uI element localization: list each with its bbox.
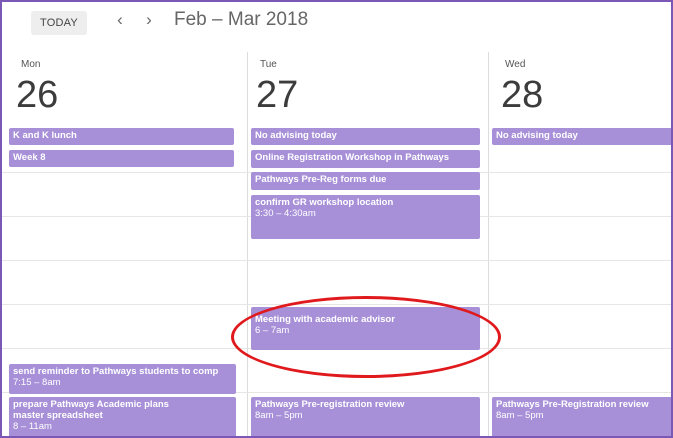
event-title: Pathways Pre-Reg forms due — [255, 174, 387, 185]
column-divider — [488, 52, 489, 436]
day-name-tue: Tue — [260, 59, 277, 70]
day-name-mon: Mon — [21, 59, 41, 70]
chevron-left-icon[interactable]: ‹ — [111, 8, 129, 32]
event-prepare-spreadsheet[interactable]: prepare Pathways Academic plans master s… — [9, 397, 236, 436]
chevron-right-icon[interactable]: › — [140, 8, 158, 32]
day-number-wed[interactable]: 28 — [501, 73, 543, 117]
today-button[interactable]: TODAY — [31, 11, 87, 35]
event-no-advising-wed[interactable]: No advising today — [492, 128, 671, 145]
event-no-advising-tue[interactable]: No advising today — [251, 128, 480, 145]
event-week-8[interactable]: Week 8 — [9, 150, 234, 167]
event-time: 8am – 5pm — [255, 410, 303, 421]
event-title: K and K lunch — [13, 130, 77, 141]
hour-gridline — [2, 260, 671, 261]
event-title: send reminder to Pathways students to co… — [13, 366, 219, 377]
day-number-tue[interactable]: 27 — [256, 73, 298, 117]
day-name-wed: Wed — [505, 59, 526, 70]
calendar-window: TODAY ‹ › Feb – Mar 2018 Mon 26 Tue 27 W… — [0, 0, 673, 438]
event-title: No advising today — [255, 130, 337, 141]
event-title: Pathways Pre-Registration review — [496, 399, 649, 410]
event-prereg-review-wed[interactable]: Pathways Pre-Registration review 8am – 5… — [492, 397, 671, 436]
event-time: 8 – 11am — [13, 421, 52, 432]
column-divider — [247, 52, 248, 436]
event-time: 3:30 – 4:30am — [255, 208, 316, 219]
day-number-mon[interactable]: 26 — [16, 73, 58, 117]
event-confirm-gr-workshop[interactable]: confirm GR workshop location 3:30 – 4:30… — [251, 195, 480, 239]
event-title: Pathways Pre-registration review — [255, 399, 405, 410]
event-title: prepare Pathways Academic plans master s… — [13, 399, 169, 421]
event-send-reminder[interactable]: send reminder to Pathways students to co… — [9, 364, 236, 394]
date-range-title: Feb – Mar 2018 — [174, 9, 309, 30]
event-prereg-forms-due[interactable]: Pathways Pre-Reg forms due — [251, 172, 480, 190]
event-time: 7:15 – 8am — [13, 377, 61, 388]
event-online-registration-workshop[interactable]: Online Registration Workshop in Pathways — [251, 150, 480, 168]
event-title: No advising today — [496, 130, 578, 141]
annotation-circle — [231, 296, 501, 378]
event-title: Online Registration Workshop in Pathways — [255, 152, 450, 163]
event-title: Week 8 — [13, 152, 46, 163]
event-k-and-k-lunch[interactable]: K and K lunch — [9, 128, 234, 145]
event-time: 8am – 5pm — [496, 410, 544, 421]
event-prereg-review-tue[interactable]: Pathways Pre-registration review 8am – 5… — [251, 397, 480, 436]
calendar-toolbar: TODAY ‹ › Feb – Mar 2018 — [2, 2, 671, 46]
event-title: confirm GR workshop location — [255, 197, 394, 208]
